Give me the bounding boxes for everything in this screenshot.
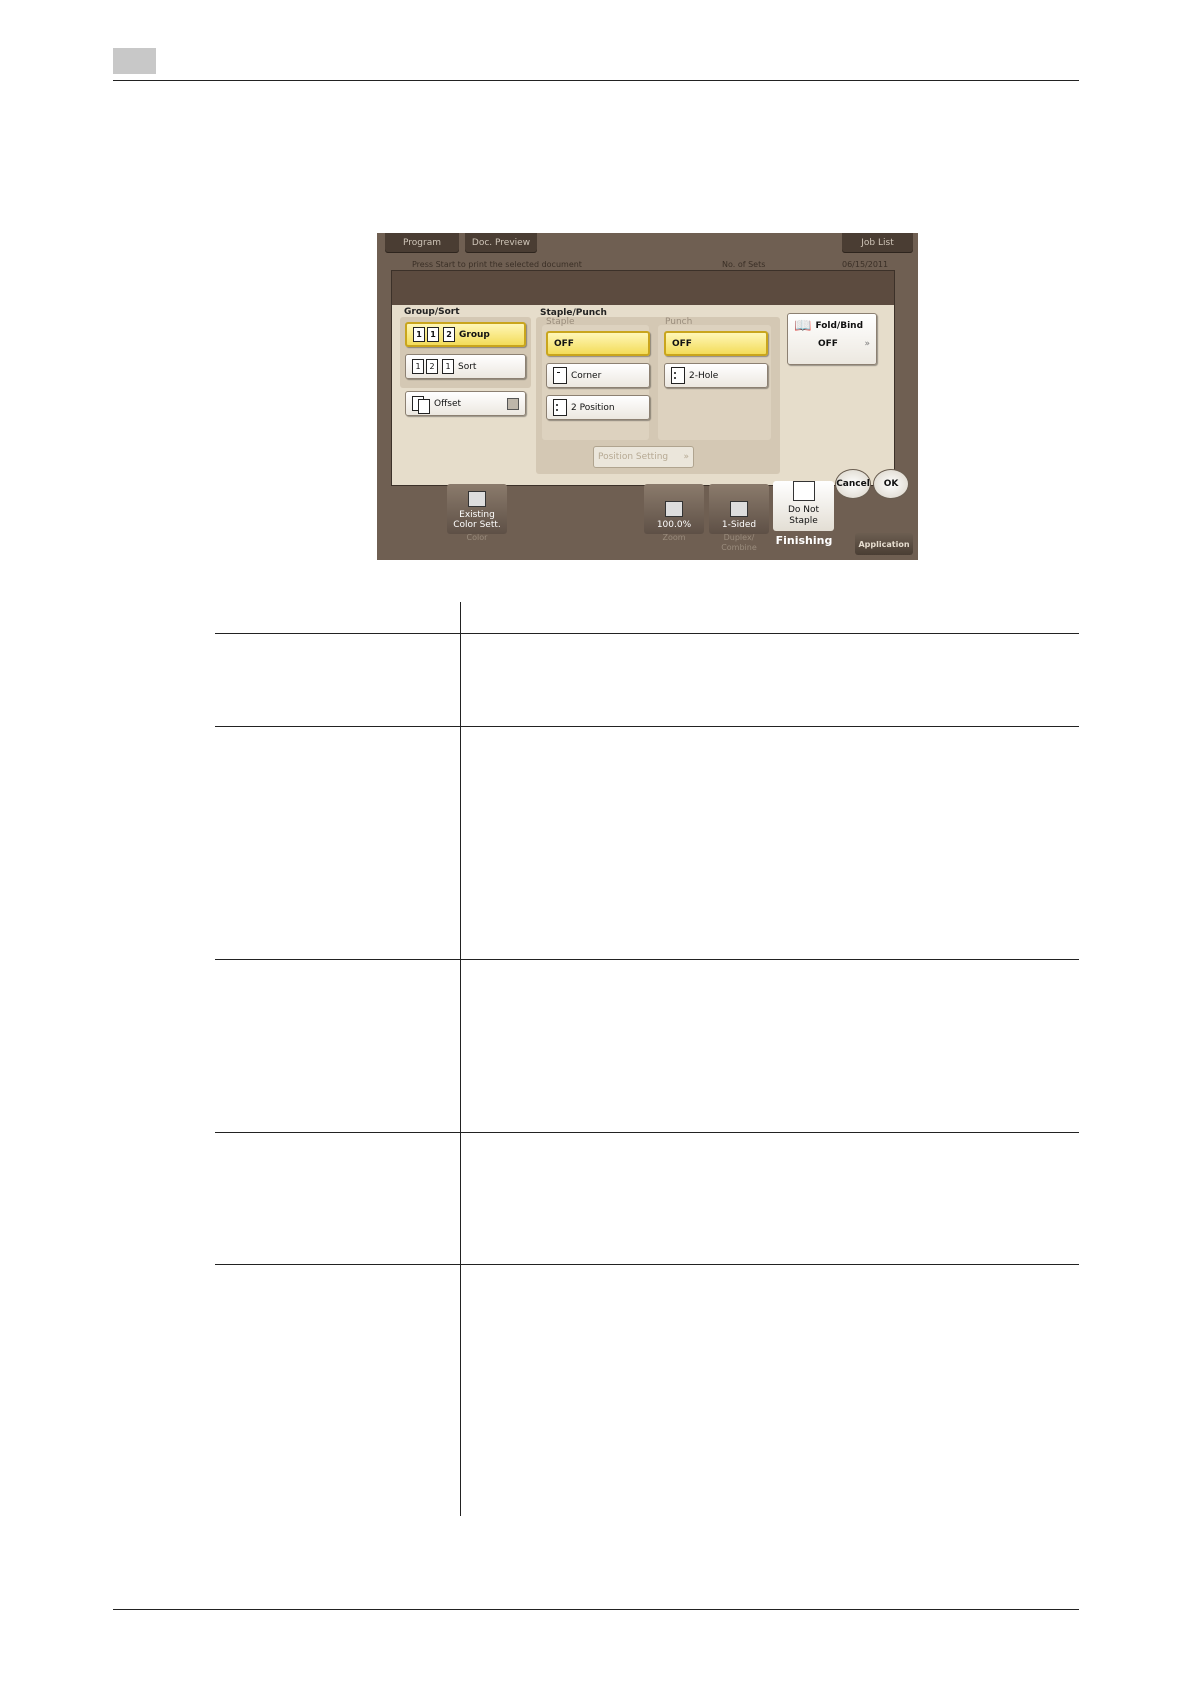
- corner-label: Corner: [571, 370, 602, 381]
- table-header-rule: [215, 633, 1079, 634]
- sort-doc-icon: 1: [442, 359, 454, 374]
- cancel-button[interactable]: Cancel: [835, 469, 871, 499]
- finishing-line1: Do Not: [787, 505, 820, 515]
- finishing-tile[interactable]: Do Not Staple: [773, 481, 834, 531]
- staple-corner-button[interactable]: Corner: [546, 363, 650, 388]
- color-tile-line2: Color Sett.: [453, 520, 501, 530]
- two-hole-label: 2-Hole: [689, 370, 719, 381]
- group-doc-icon: 1: [427, 327, 439, 342]
- position-setting-label: Position Setting: [598, 452, 669, 462]
- duplex-tile[interactable]: 1-Sided: [709, 484, 769, 534]
- table-row-rule: [215, 726, 1079, 727]
- dialog-header: [392, 271, 894, 305]
- chapter-tab-marker: [113, 48, 156, 74]
- application-button[interactable]: Application: [855, 533, 913, 555]
- sort-label: Sort: [458, 361, 477, 372]
- ok-button[interactable]: OK: [873, 469, 909, 499]
- sort-doc-icon: 2: [426, 359, 438, 374]
- staple-label: Staple: [546, 317, 575, 327]
- status-date: 06/15/2011: [842, 260, 889, 269]
- sets-label: No. of Sets: [722, 260, 766, 269]
- group-doc-icon: 2: [443, 327, 455, 342]
- status-message: Press Start to print the selected docume…: [412, 260, 582, 269]
- finishing-line2: Staple: [789, 516, 818, 526]
- footer-rule: [113, 1609, 1079, 1610]
- zoom-tile[interactable]: 100.0%: [644, 484, 704, 534]
- fold-bind-button[interactable]: 📖 Fold/Bind OFF »: [787, 313, 877, 365]
- two-hole-icon: [671, 367, 685, 384]
- punch-off-button[interactable]: OFF: [664, 331, 768, 356]
- offset-label: Offset: [434, 398, 462, 409]
- offset-checkbox[interactable]: [507, 397, 519, 410]
- group-sort-title: Group/Sort: [404, 307, 460, 317]
- staple-off-label: OFF: [554, 338, 574, 349]
- program-button[interactable]: Program: [385, 233, 459, 253]
- offset-doc-icon: [418, 399, 430, 414]
- table-row-rule: [215, 959, 1079, 960]
- color-printer-icon: [468, 491, 486, 507]
- color-caption: Color: [466, 533, 488, 542]
- table-row-rule: [215, 1132, 1079, 1133]
- job-list-button[interactable]: Job List: [842, 233, 913, 253]
- doc-preview-button[interactable]: Doc. Preview: [465, 233, 537, 253]
- fold-bind-value: OFF: [818, 339, 838, 349]
- sort-button[interactable]: 1 2 1 Sort: [405, 354, 526, 379]
- open-book-icon: 📖: [794, 318, 812, 334]
- group-doc-icon: 1: [413, 327, 425, 342]
- zoom-value: 100.0%: [656, 520, 692, 530]
- table-column-divider: [460, 602, 461, 1516]
- zoom-icon: [665, 501, 683, 517]
- punch-2-hole-button[interactable]: 2-Hole: [664, 363, 768, 388]
- color-tile[interactable]: Existing Color Sett.: [447, 484, 507, 534]
- offset-button[interactable]: Offset: [405, 391, 526, 416]
- two-position-label: 2 Position: [571, 402, 615, 413]
- finishing-dialog: Group/Sort 1 1 2 Group 1 2 1 Sort Offset…: [391, 270, 895, 486]
- group-button[interactable]: 1 1 2 Group: [405, 322, 526, 347]
- duplex-value: 1-Sided: [721, 520, 757, 530]
- group-label: Group: [459, 329, 490, 340]
- sort-doc-icon: 1: [412, 359, 424, 374]
- staple-off-button[interactable]: OFF: [546, 331, 650, 356]
- staple-icon: [792, 481, 815, 501]
- table-row-rule: [215, 1264, 1079, 1265]
- position-setting-button[interactable]: Position Setting »: [593, 446, 694, 468]
- double-chevron-right-icon: »: [864, 339, 870, 349]
- finishing-caption: Finishing: [775, 534, 833, 547]
- duplex-icon: [730, 501, 748, 517]
- duplex-caption: Duplex/ Combine: [709, 533, 769, 553]
- finishing-screenshot: Program Doc. Preview Job List Press Star…: [377, 233, 918, 560]
- zoom-caption: Zoom: [662, 533, 686, 542]
- punch-off-label: OFF: [672, 338, 692, 349]
- two-position-staple-icon: [553, 399, 567, 416]
- header-rule: [113, 80, 1079, 81]
- corner-staple-icon: [553, 367, 567, 384]
- duplex-caption-line2: Combine: [721, 543, 757, 552]
- duplex-caption-line1: Duplex/: [723, 533, 755, 542]
- punch-label: Punch: [665, 317, 693, 327]
- color-tile-line1: Existing: [459, 510, 495, 520]
- staple-2-position-button[interactable]: 2 Position: [546, 395, 650, 420]
- double-chevron-right-icon: »: [683, 452, 689, 462]
- fold-bind-title: Fold/Bind: [815, 321, 864, 331]
